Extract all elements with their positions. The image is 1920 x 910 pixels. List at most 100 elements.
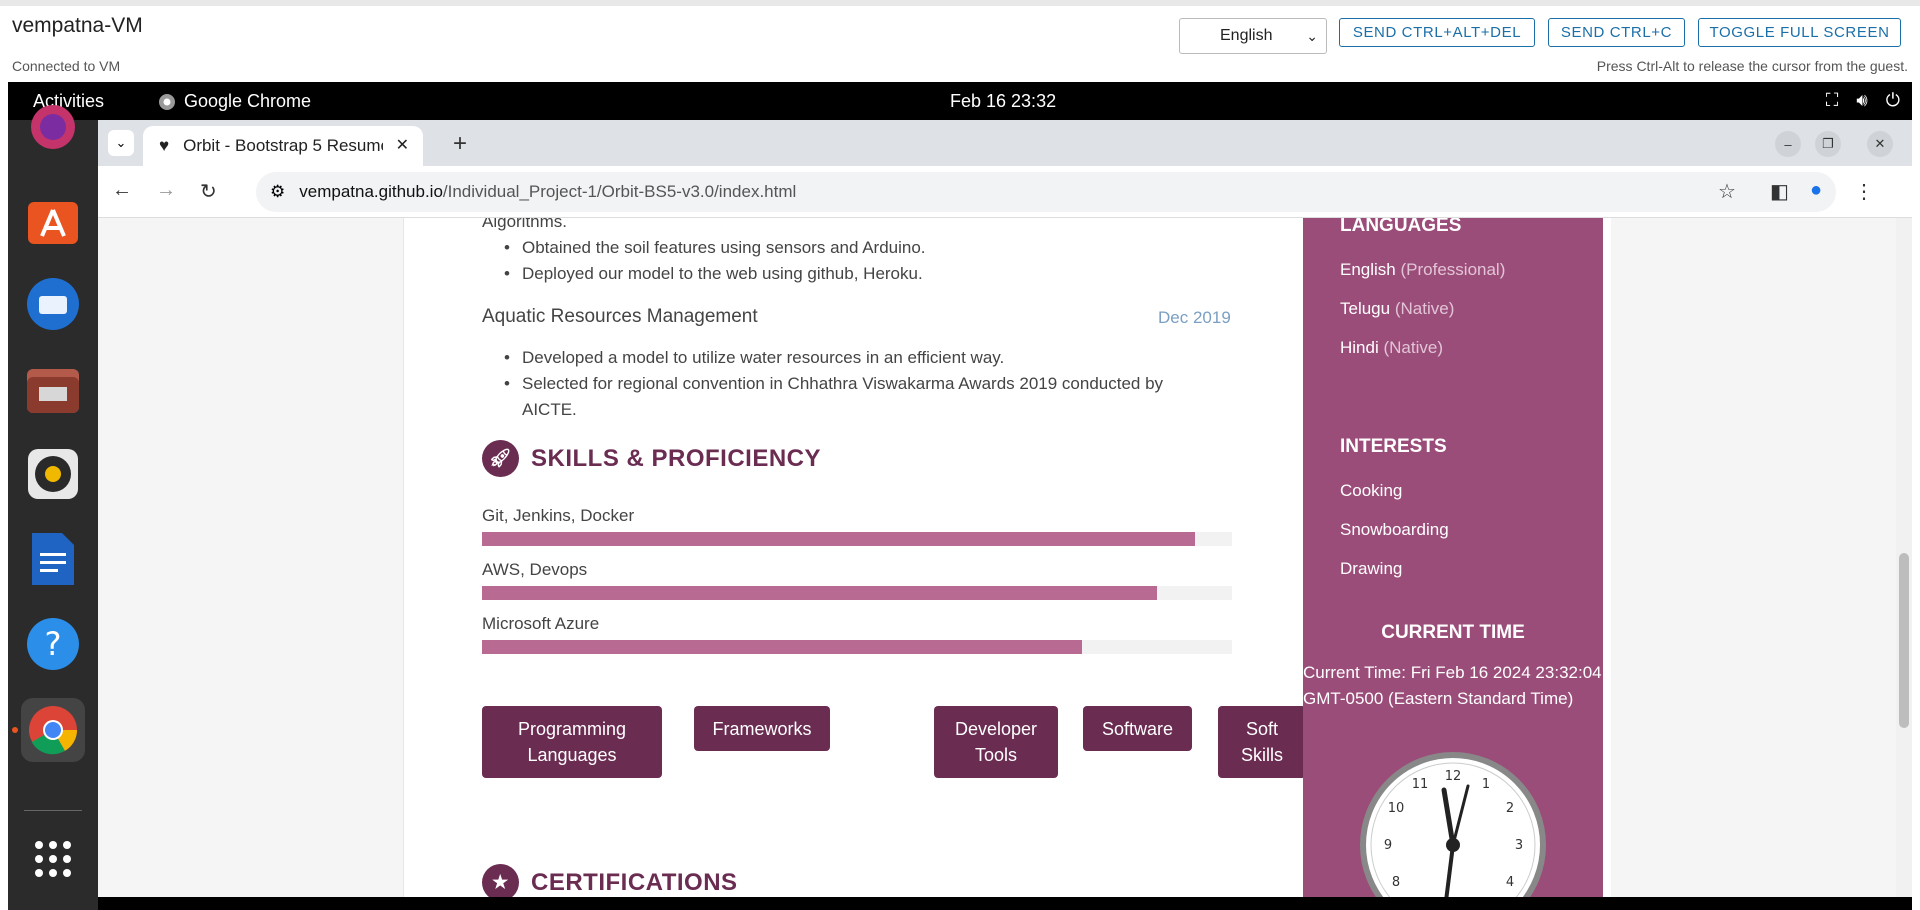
list-item-continuation: AICTE. [522,400,577,419]
close-window-button[interactable]: ✕ [1867,131,1893,157]
svg-text:4: 4 [1506,875,1514,890]
web-page: Algorithms. Obtained the soil features u… [98,218,1912,897]
tag-button-software[interactable]: Software [1083,706,1192,751]
rhythmbox-icon[interactable] [24,445,82,503]
forward-icon[interactable]: → [156,179,176,202]
scrollbar-thumb[interactable] [1899,553,1909,728]
skill-label: Git, Jenkins, Docker [482,506,635,525]
certifications-section-heading: ★ CERTIFICATIONS [482,864,738,897]
skill-bar-fill [482,586,1157,600]
tag-button-programming-languages[interactable]: Programming Languages [482,706,662,778]
skill-bar [482,532,1232,546]
vm-status: Connected to VM [12,58,121,74]
skills-section-heading: 🚀︎ SKILLS & PROFICIENCY [482,440,821,477]
reload-icon[interactable]: ↻ [200,179,217,204]
dock: ? [8,105,98,910]
firefox-icon[interactable] [24,98,82,156]
top-bar-clock[interactable]: Feb 16 23:32 [950,91,1056,112]
chevron-down-icon: ⌄ [115,135,127,150]
tag-button-frameworks[interactable]: Frameworks [694,706,830,751]
gnome-top-bar: Activities Google Chrome Feb 16 23:32 ⛶ … [8,82,1912,120]
help-icon[interactable]: ? [24,615,82,673]
tag-button-developer-tools[interactable]: Developer Tools [934,706,1058,778]
language-item: Hindi (Native) [1340,338,1443,358]
resume-main-content: Algorithms. Obtained the soil features u… [403,218,1306,897]
list-item: Selected for regional convention in Chha… [504,371,1163,397]
resume-sidebar: LANGUAGES English (Professional) Telugu … [1303,218,1603,897]
svg-text:3: 3 [1515,838,1523,853]
writer-icon[interactable] [24,530,82,588]
page-scrollbar[interactable] [1896,218,1912,897]
interest-item: Cooking [1340,481,1403,500]
svg-text:12: 12 [1445,769,1462,784]
toggle-full-screen-button[interactable]: TOGGLE FULL SCREEN [1698,18,1901,47]
svg-text:11: 11 [1412,777,1429,792]
address-bar[interactable]: ⚙ vempatna.github.io /Individual_Project… [256,172,1836,212]
certificate-icon: ★ [482,864,519,897]
app-center-icon[interactable] [24,190,82,248]
tag-button-soft-skills[interactable]: Soft Skills [1218,706,1306,778]
release-cursor-hint: Press Ctrl-Alt to release the cursor fro… [1596,58,1908,74]
app-menu[interactable]: Google Chrome [158,91,311,112]
svg-text:10: 10 [1388,801,1405,816]
guest-screen: Activities Google Chrome Feb 16 23:32 ⛶ … [8,82,1912,910]
interest-item: Drawing [1340,559,1403,578]
minimize-button[interactable]: – [1775,131,1801,157]
interests-heading: INTERESTS [1340,436,1447,457]
skill-label: AWS, Devops [482,560,588,579]
skill-bar-fill [482,532,1195,546]
new-tab-button[interactable]: + [453,130,467,158]
analog-clock-icon: 1212 3411 1098 [1360,752,1546,897]
languages-heading: LANGUAGES [1340,218,1462,236]
svg-text:8: 8 [1392,875,1400,890]
profile-icon[interactable]: ● [1810,179,1822,202]
menu-kebab-icon[interactable]: ⋮ [1854,179,1874,204]
chrome-icon[interactable] [21,698,85,762]
skill-bar-fill [482,640,1082,654]
tab-active[interactable]: ♥ Orbit - Bootstrap 5 Resume ✕ [143,126,423,166]
system-tray[interactable]: ⛶ 🔊︎ ⏻ [1826,90,1900,111]
language-item: English (Professional) [1340,260,1505,280]
svg-text:9: 9 [1384,838,1392,853]
tab-close-icon[interactable]: ✕ [396,135,409,155]
power-icon: ⏻ [1885,90,1900,110]
site-info-icon[interactable]: ⚙ [270,182,285,202]
skill-bar [482,586,1232,600]
send-ctrl-alt-del-button[interactable]: SEND CTRL+ALT+DEL [1339,18,1535,47]
bullet-continuation: Algorithms. [482,218,568,231]
restore-button[interactable]: ❐ [1815,131,1841,157]
language-name: English [1340,260,1396,279]
apps-grid-icon[interactable] [24,830,82,888]
svg-text:?: ? [45,625,62,663]
url-host: vempatna.github.io [299,182,443,201]
heart-favicon-icon: ♥ [159,136,170,155]
thunderbird-icon[interactable] [24,275,82,333]
browser-toolbar: ← → ↻ ⚙ vempatna.github.io /Individual_P… [98,166,1912,218]
side-panel-icon[interactable]: ◧ [1770,179,1789,204]
tab-search-button[interactable]: ⌄ [108,130,134,156]
list-item: Obtained the soil features using sensors… [504,235,926,261]
rocket-icon: 🚀︎ [482,440,519,477]
language-select-value: English [1220,27,1273,44]
running-indicator [12,727,18,733]
tab-title: Orbit - Bootstrap 5 Resume [183,136,384,155]
language-name: Hindi [1340,338,1379,357]
page-background-left [98,218,403,897]
current-time-heading: CURRENT TIME [1381,622,1525,643]
send-ctrl-c-button[interactable]: SEND CTRL+C [1548,18,1685,47]
language-level: (Professional) [1400,260,1506,279]
bookmark-star-icon[interactable]: ☆ [1718,179,1736,204]
svg-text:2: 2 [1506,801,1514,816]
volume-icon: 🔊︎ [1856,90,1868,110]
vm-title: vempatna-VM [12,14,143,37]
certifications-title: CERTIFICATIONS [531,868,738,896]
vm-console-bar: vempatna-VM Connected to VM English ⌄ SE… [0,0,1920,82]
chrome-window: ⌄ ♥ Orbit - Bootstrap 5 Resume ✕ + – ❐ ✕… [98,120,1912,897]
url-path: /Individual_Project-1/Orbit-BS5-v3.0/ind… [442,182,797,201]
project-date: Dec 2019 [1158,308,1231,327]
back-icon[interactable]: ← [112,179,132,202]
files-icon[interactable] [24,360,82,418]
language-select[interactable]: English ⌄ [1179,18,1327,54]
network-icon: ⛶ [1825,90,1839,110]
tab-strip: ⌄ ♥ Orbit - Bootstrap 5 Resume ✕ + – ❐ ✕ [98,120,1912,166]
